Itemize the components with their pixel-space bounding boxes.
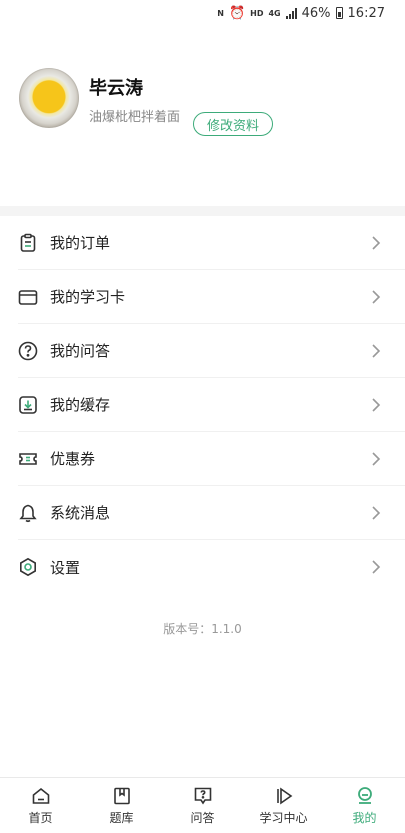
tab-mine[interactable]: 我的	[324, 778, 405, 833]
tab-label: 问答	[190, 810, 215, 825]
menu-item-label: 我的订单	[50, 234, 111, 252]
tab-question-bank[interactable]: 题库	[81, 778, 162, 833]
tab-label: 我的	[352, 810, 377, 825]
status-bar: N ⏰ HD 4G 46% 16:27	[0, 0, 405, 26]
menu-item-study-card[interactable]: 我的学习卡	[18, 270, 405, 324]
tab-study-center[interactable]: 学习中心	[243, 778, 324, 833]
hd-label: HD	[250, 8, 264, 18]
chevron-right-icon	[372, 560, 381, 574]
battery-icon	[335, 7, 343, 19]
profile-header: 毕云涛 油爆枇杷拌着面 修改资料	[0, 26, 405, 172]
user-signature: 油爆枇杷拌着面	[89, 110, 181, 125]
tab-label: 学习中心	[259, 810, 308, 825]
menu-item-qa[interactable]: 我的问答	[18, 324, 405, 378]
menu-item-cache[interactable]: 我的缓存	[18, 378, 405, 432]
chevron-right-icon	[372, 397, 381, 412]
menu-item-system-messages[interactable]: 系统消息	[18, 486, 405, 540]
tab-label: 首页	[28, 810, 53, 825]
question-icon	[18, 341, 38, 361]
tab-qa[interactable]: 问答	[162, 778, 243, 833]
clock: 16:27	[347, 5, 385, 21]
alarm-icon: ⏰	[228, 5, 246, 21]
menu-item-orders[interactable]: 我的订单	[18, 216, 405, 270]
chevron-right-icon	[372, 505, 381, 520]
play-icon	[276, 786, 292, 805]
question-bank-icon	[113, 787, 130, 804]
order-icon	[18, 233, 38, 253]
menu-item-coupons[interactable]: 优惠券	[18, 432, 405, 486]
home-icon	[32, 787, 49, 804]
tab-home[interactable]: 首页	[0, 778, 81, 833]
nfc-icon: N	[217, 8, 224, 18]
edit-profile-button[interactable]: 修改资料	[193, 112, 273, 136]
bottom-tab-bar: 首页 题库 问答 学习中心 我的	[0, 777, 405, 833]
version-label: 版本号：1.1.0	[163, 622, 242, 636]
qa-icon	[194, 787, 211, 804]
chevron-right-icon	[372, 289, 381, 304]
download-icon	[18, 395, 38, 415]
menu-item-settings[interactable]: 设置	[18, 540, 405, 594]
menu-item-label: 系统消息	[50, 504, 111, 522]
network-label: 4G	[268, 8, 281, 18]
battery-percent: 46%	[301, 5, 331, 21]
menu-item-label: 我的缓存	[50, 396, 111, 414]
chevron-right-icon	[372, 451, 381, 466]
tab-label: 题库	[109, 810, 134, 825]
menu-list: 我的订单 我的学习卡 我的问答 我的缓存 优惠券 系统消息 设置	[0, 216, 405, 594]
menu-item-label: 我的问答	[50, 342, 111, 360]
signal-icon	[285, 7, 297, 19]
settings-icon	[18, 557, 38, 577]
avatar[interactable]	[19, 68, 79, 128]
chevron-right-icon	[372, 343, 381, 358]
menu-item-label: 优惠券	[50, 450, 96, 468]
user-name: 毕云涛	[89, 78, 143, 99]
menu-item-label: 我的学习卡	[50, 288, 126, 306]
profile-icon	[357, 786, 372, 804]
coupon-icon	[18, 449, 38, 469]
card-icon	[18, 287, 38, 307]
section-divider	[0, 206, 405, 216]
menu-item-label: 设置	[50, 558, 81, 577]
bell-icon	[18, 503, 38, 523]
chevron-right-icon	[372, 235, 381, 250]
